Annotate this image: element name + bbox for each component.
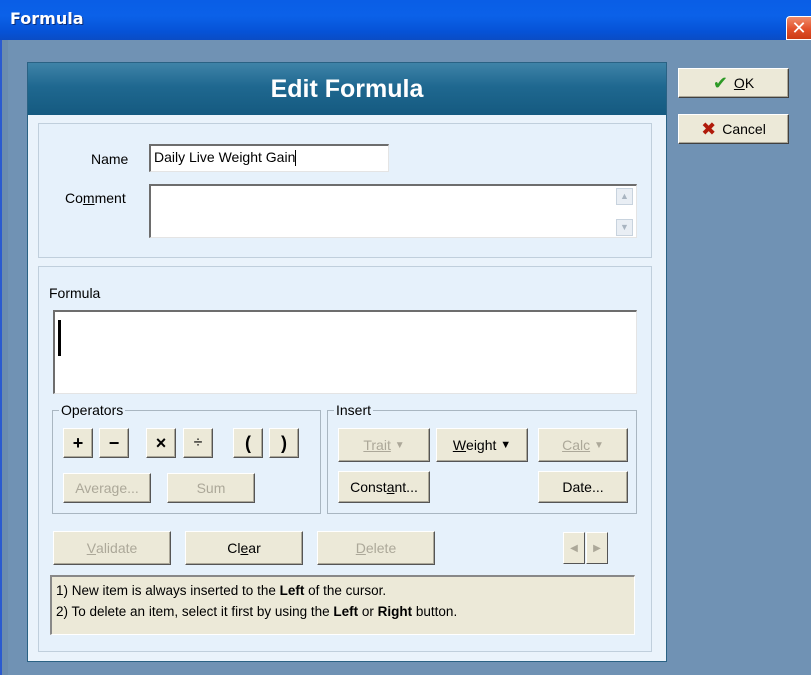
hint-1-text: 1) New item is always inserted to the: [56, 583, 280, 598]
hint-2-or: or: [358, 604, 378, 619]
plus-button[interactable]: +: [63, 428, 93, 458]
constant-label-post: nt...: [394, 479, 418, 495]
window-left-border: [0, 40, 8, 675]
weight-label: eight: [466, 437, 497, 453]
nav-right-icon: ▶: [593, 542, 601, 554]
panel-header: Edit Formula: [28, 63, 666, 115]
weight-label-accel: W: [452, 437, 467, 453]
minus-button[interactable]: −: [99, 428, 129, 458]
constant-button[interactable]: Const a nt...: [338, 471, 430, 503]
sum-button[interactable]: Sum: [167, 473, 255, 503]
hint-line-1: 1) New item is always inserted to the Le…: [56, 580, 630, 601]
nav-right-button[interactable]: ▶: [586, 532, 608, 564]
clear-label-post: ar: [248, 540, 261, 556]
ok-label: K: [744, 75, 755, 91]
clear-button[interactable]: Cl e ar: [185, 531, 303, 565]
comment-label-accel: m: [82, 190, 95, 206]
scroll-down-icon[interactable]: ▼: [616, 219, 633, 236]
validate-label: alidate: [96, 540, 138, 556]
multiply-button[interactable]: ×: [146, 428, 176, 458]
validate-button[interactable]: Validate: [53, 531, 171, 565]
text-caret: [295, 150, 297, 167]
window-title: Formula: [10, 9, 84, 28]
calc-label: Calc: [562, 437, 591, 453]
constant-label-accel: a: [386, 479, 395, 495]
close-paren-button[interactable]: ): [269, 428, 299, 458]
hint-2-text: 2) To delete an item, select it first by…: [56, 604, 334, 619]
name-label: Name: [91, 151, 129, 167]
close-icon: ✕: [791, 18, 807, 38]
clear-label-accel: e: [240, 540, 249, 556]
formula-caret: [58, 320, 61, 356]
insert-title: Insert: [334, 402, 374, 418]
comment-scrollbar[interactable]: ▲ ▼: [616, 188, 634, 236]
clear-label-pre: Cl: [227, 540, 241, 556]
nav-left-icon: ◀: [570, 542, 578, 554]
hint-2-right: Right: [377, 604, 413, 619]
hint-box: 1) New item is always inserted to the Le…: [50, 575, 635, 635]
delete-label-accel: D: [355, 540, 366, 556]
nav-left-button[interactable]: ◀: [563, 532, 585, 564]
name-input[interactable]: Daily Live Weight Gain: [149, 144, 389, 172]
ok-button[interactable]: ✔ OK: [678, 68, 789, 98]
title-bar: Formula: [0, 0, 811, 40]
hint-2-end: button.: [412, 604, 458, 619]
cancel-button[interactable]: ✖ Cancel: [678, 114, 789, 144]
dropdown-arrow-icon: ▼: [594, 439, 604, 451]
comment-label: Comment: [65, 190, 126, 206]
close-button[interactable]: ✕: [786, 16, 811, 40]
hint-2-left: Left: [333, 604, 359, 619]
name-input-value: Daily Live Weight Gain: [154, 149, 296, 165]
operators-frame: Operators + − × ÷ ( ) Average... Sum: [52, 402, 321, 514]
dropdown-arrow-icon: ▼: [394, 439, 405, 451]
open-paren-button[interactable]: (: [233, 428, 263, 458]
trait-dropdown-button[interactable]: Trait ▼: [338, 428, 430, 462]
delete-label: elete: [365, 540, 397, 556]
scroll-up-icon[interactable]: ▲: [616, 188, 633, 205]
validate-label-accel: V: [86, 540, 97, 556]
divide-button[interactable]: ÷: [183, 428, 213, 458]
hint-1-end: of the cursor.: [304, 583, 387, 598]
comment-textarea[interactable]: ▲ ▼: [149, 184, 637, 238]
date-button[interactable]: Date...: [538, 471, 628, 503]
insert-frame: Insert Trait ▼ Weight ▼ Calc ▼ Const a nt.…: [327, 402, 637, 514]
hint-1-left: Left: [279, 583, 305, 598]
comment-label-post: ment: [94, 190, 126, 206]
cancel-label: Cancel: [722, 121, 766, 137]
trait-label: Trait: [363, 437, 391, 453]
delete-button[interactable]: Delete: [317, 531, 435, 565]
formula-label: Formula: [49, 285, 101, 301]
comment-label-pre: Co: [65, 190, 83, 206]
calc-dropdown-button[interactable]: Calc ▼: [538, 428, 628, 462]
ok-label-accel: O: [733, 75, 745, 91]
weight-dropdown-button[interactable]: Weight ▼: [436, 428, 528, 462]
edit-formula-panel: Edit Formula Name Daily Live Weight Gain…: [27, 62, 667, 662]
average-button[interactable]: Average...: [63, 473, 151, 503]
name-comment-group: Name Daily Live Weight Gain Comment ▲ ▼: [38, 123, 652, 258]
constant-label-pre: Const: [350, 479, 387, 495]
hint-line-2: 2) To delete an item, select it first by…: [56, 601, 630, 622]
check-icon: ✔: [712, 72, 728, 93]
formula-input[interactable]: [53, 310, 637, 394]
dropdown-arrow-icon: ▼: [500, 439, 512, 451]
operators-title: Operators: [59, 402, 126, 418]
cancel-x-icon: ✖: [701, 118, 717, 139]
